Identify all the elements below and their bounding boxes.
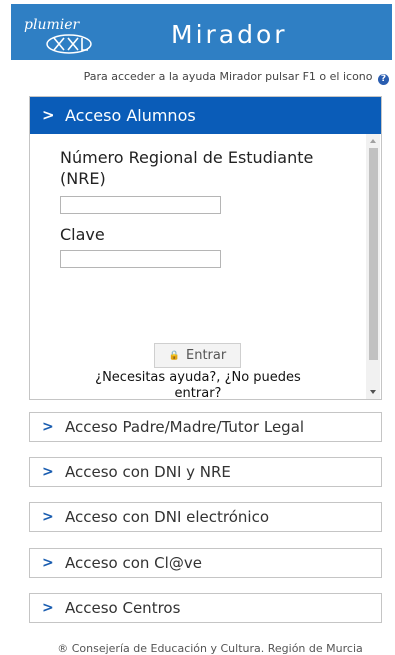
- panel-title: Acceso Alumnos: [65, 106, 196, 125]
- nre-input[interactable]: [60, 196, 221, 214]
- chevron-right-icon: >: [42, 106, 55, 124]
- accordion-item-dni-electronico[interactable]: > Acceso con DNI electrónico: [29, 502, 382, 532]
- help-link[interactable]: ¿Necesitas ayuda?, ¿No puedes entrar?: [88, 370, 308, 402]
- password-label: Clave: [60, 225, 105, 244]
- app-title: Mirador: [171, 20, 288, 49]
- accordion-item-label: Acceso Centros: [65, 599, 181, 617]
- accordion-item-label: Acceso con DNI y NRE: [65, 463, 231, 481]
- chevron-right-icon: >: [42, 555, 54, 571]
- panel-header-alumnos[interactable]: > Acceso Alumnos: [30, 97, 381, 134]
- accordion-item-clave[interactable]: > Acceso con Cl@ve: [29, 548, 382, 578]
- chevron-right-icon: >: [42, 464, 54, 480]
- scroll-up-arrow-icon[interactable]: [370, 139, 376, 143]
- nre-label-line1: Número Regional de Estudiante: [60, 148, 314, 167]
- nre-label-line2: (NRE): [60, 169, 106, 188]
- nre-label: Número Regional de Estudiante (NRE): [60, 147, 313, 189]
- accordion-item-label: Acceso con DNI electrónico: [65, 508, 270, 526]
- scroll-down-arrow-icon[interactable]: [370, 390, 376, 394]
- accordion-item-centros[interactable]: > Acceso Centros: [29, 593, 382, 623]
- app-header: plumier Mirador: [11, 4, 392, 60]
- chevron-right-icon: >: [42, 509, 54, 525]
- enter-button-label: Entrar: [186, 348, 227, 363]
- password-input[interactable]: [60, 250, 221, 268]
- footer-copyright: ® Consejería de Educación y Cultura. Reg…: [57, 642, 363, 655]
- accordion-item-padre-madre[interactable]: > Acceso Padre/Madre/Tutor Legal: [29, 412, 382, 442]
- help-hint-text: Para acceder a la ayuda Mirador pulsar F…: [83, 70, 373, 83]
- vertical-scrollbar[interactable]: [366, 134, 380, 399]
- scroll-thumb[interactable]: [369, 148, 378, 360]
- help-circle-icon[interactable]: ?: [378, 74, 389, 85]
- help-hint: Para acceder a la ayuda Mirador pulsar F…: [11, 70, 389, 85]
- student-login-panel: > Acceso Alumnos Número Regional de Estu…: [29, 96, 382, 402]
- chevron-right-icon: >: [42, 419, 54, 435]
- help-link-line1: ¿Necesitas ayuda?, ¿No puedes: [95, 370, 301, 385]
- enter-button[interactable]: 🔒 Entrar: [154, 343, 241, 368]
- accordion-item-label: Acceso Padre/Madre/Tutor Legal: [65, 418, 305, 436]
- help-link-line2: entrar?: [174, 386, 222, 401]
- logo-text: plumier: [24, 17, 80, 33]
- chevron-right-icon: >: [42, 600, 54, 616]
- accordion-item-dni-nre[interactable]: > Acceso con DNI y NRE: [29, 457, 382, 487]
- accordion-item-label: Acceso con Cl@ve: [65, 554, 202, 572]
- login-form: Número Regional de Estudiante (NRE) Clav…: [30, 134, 365, 399]
- lock-icon: 🔒: [168, 351, 180, 361]
